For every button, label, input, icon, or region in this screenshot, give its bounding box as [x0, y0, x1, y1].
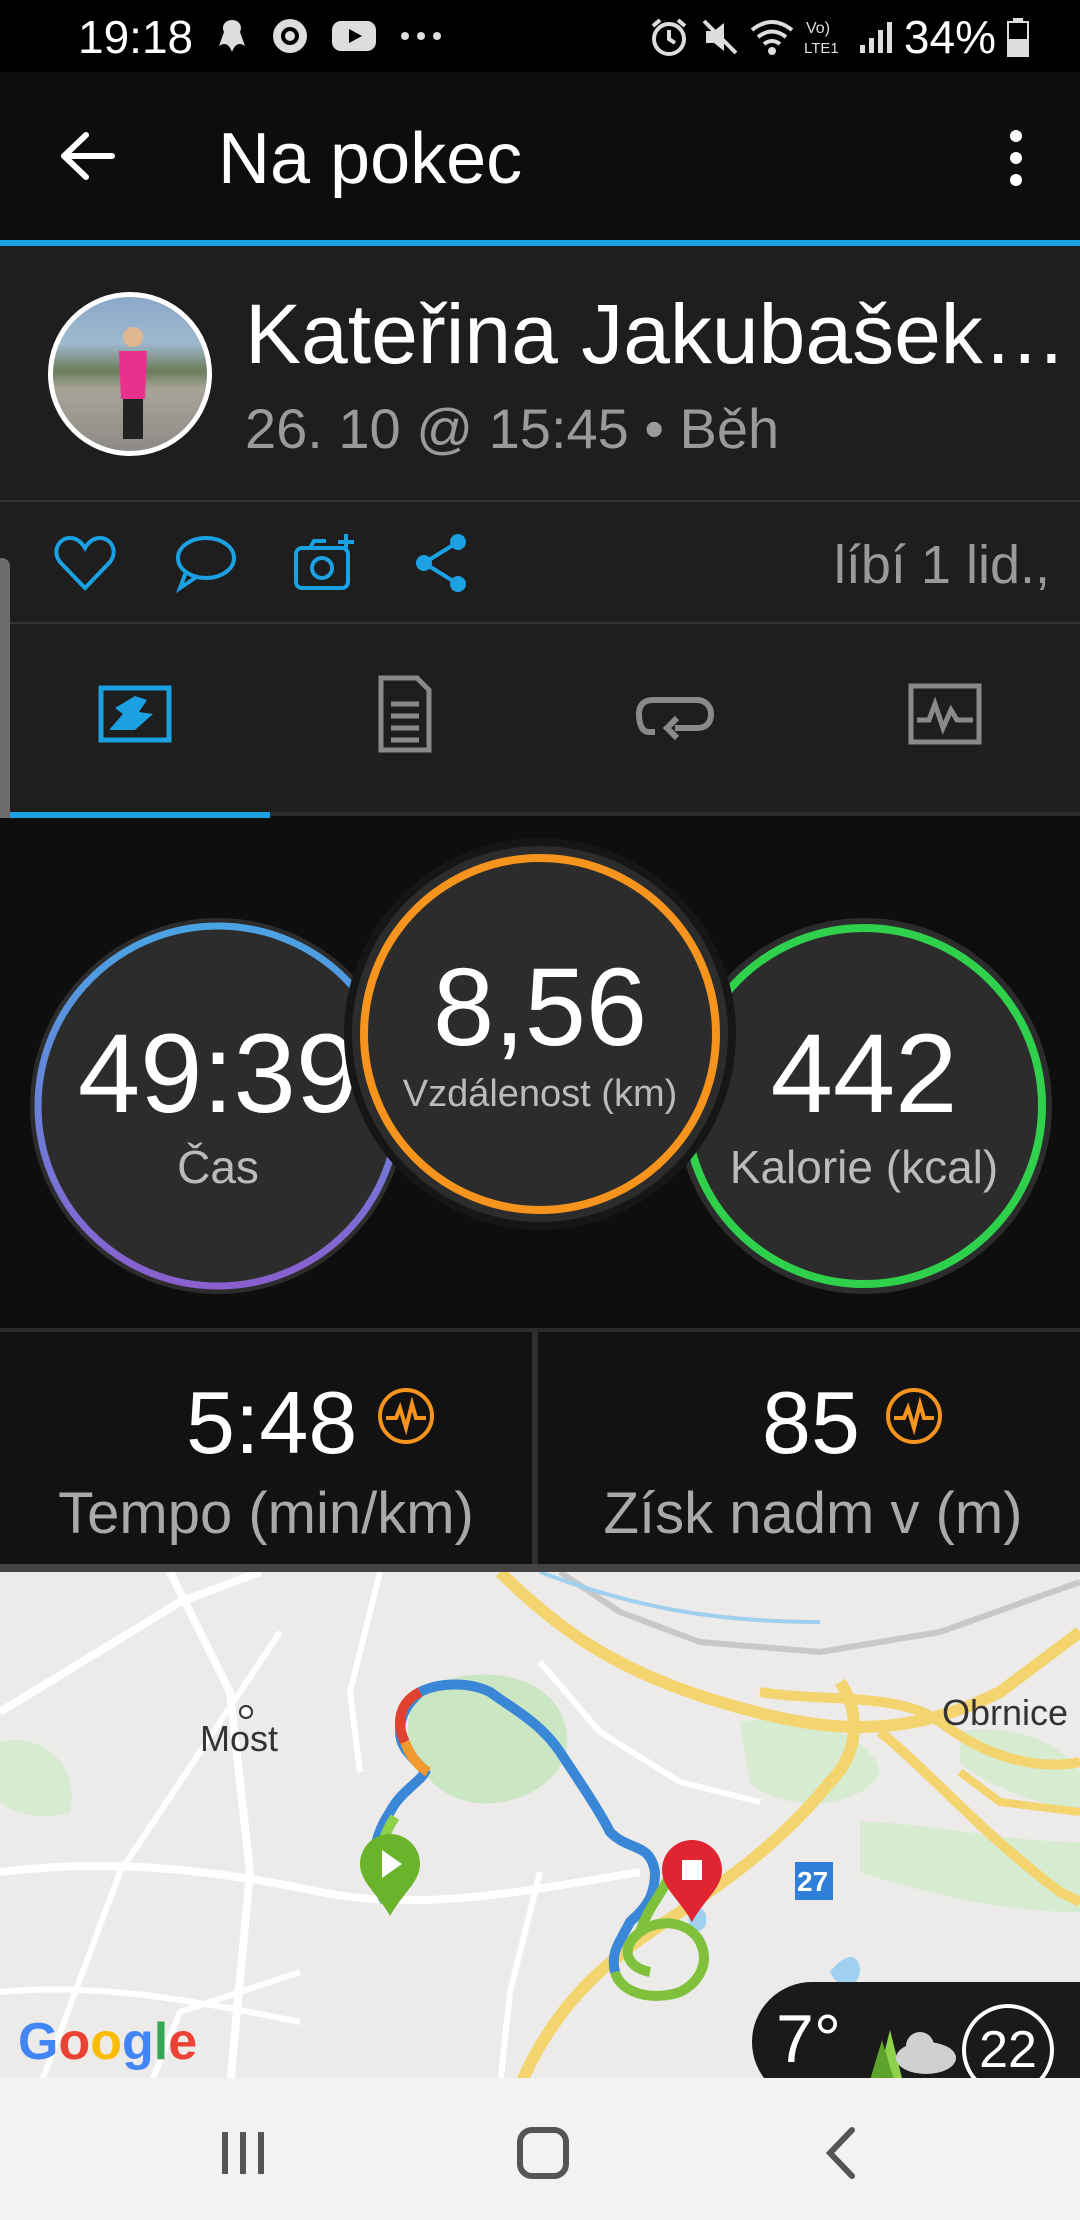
add-photo-icon[interactable]	[292, 532, 358, 594]
activity-meta: 26. 10 @ 15:45 • Běh	[245, 397, 780, 460]
battery-icon	[1007, 18, 1029, 57]
status-bar: 19:18 Vo) LTE1 34%	[0, 0, 1080, 72]
details-tab-icon[interactable]	[365, 674, 445, 754]
stats-panel: 49:39 Čas 442 Kalorie (kcal) 8,56 Vzdále…	[0, 818, 1080, 1328]
heartbeat-icon	[378, 1388, 434, 1444]
activity-header: Kateřina Jakubašek… 26. 10 @ 15:45 • Běh	[0, 246, 1080, 502]
start-marker-icon[interactable]	[358, 1834, 422, 1918]
calories-ring: 442 Kalorie (kcal)	[676, 918, 1052, 1294]
weather-temperature: 7°	[776, 2001, 842, 2077]
youtube-icon	[332, 21, 376, 51]
status-system-icons: Vo) LTE1 34%	[648, 10, 1030, 64]
chart-tab-icon[interactable]	[905, 674, 985, 754]
map-label-most: Most	[200, 1718, 279, 1759]
map-label-obrnice: Obrnice	[942, 1692, 1069, 1733]
svg-text:Vo): Vo)	[806, 20, 830, 37]
avatar[interactable]	[48, 292, 212, 456]
route-map[interactable]: Most Obrnice 27 Google 7° 22	[0, 1564, 1080, 2078]
finish-marker-icon[interactable]	[660, 1840, 724, 1924]
wifi-icon	[750, 20, 794, 55]
system-nav-bar	[0, 2078, 1080, 2220]
google-logo: Google	[18, 2013, 198, 2071]
share-icon[interactable]	[412, 532, 478, 594]
alarm-icon	[651, 18, 687, 56]
social-actions: líbí 1 lid.,	[0, 502, 1080, 624]
svg-text:LTE1: LTE1	[804, 40, 839, 57]
back-button[interactable]	[52, 120, 124, 192]
overflow-menu-button[interactable]	[992, 126, 1040, 190]
distance-ring-arc	[360, 854, 720, 1214]
pace-stat: 5:48 Tempo (min/km)	[0, 1332, 538, 1564]
wind-speed: 22	[962, 2004, 1054, 2078]
avatar-photo	[119, 327, 147, 439]
ascent-label: Získ nadm v (m)	[603, 1481, 1023, 1546]
calories-ring-arc	[682, 924, 1046, 1288]
ascent-stat: 85 Získ nadm v (m)	[544, 1332, 1080, 1564]
distance-ring: 8,56 Vzdálenost (km)	[352, 846, 728, 1222]
time-ring: 49:39 Čas	[30, 918, 406, 1294]
time-ring-arc	[34, 922, 402, 1290]
mute-icon	[702, 19, 738, 55]
battery-percent: 34%	[903, 11, 996, 63]
road-number-label: 27	[797, 1866, 829, 1897]
comment-icon[interactable]	[172, 532, 238, 594]
heartbeat-icon	[886, 1388, 942, 1444]
like-heart-icon[interactable]	[52, 532, 118, 594]
app-root: 19:18 Vo) LTE1 34% Na pokec Kateřina Jak…	[0, 0, 1080, 2220]
pace-label: Tempo (min/km)	[58, 1481, 474, 1546]
status-notification-icons	[215, 16, 443, 56]
page-title: Na pokec	[218, 119, 523, 199]
signal-icon	[859, 22, 892, 53]
pace-value: 5:48	[186, 1373, 358, 1472]
status-time: 19:18	[78, 11, 194, 63]
activity-tabs	[0, 624, 1080, 816]
overview-tab-icon[interactable]	[95, 674, 175, 754]
ascent-value: 85	[762, 1373, 860, 1472]
back-nav-icon[interactable]	[808, 2118, 878, 2188]
bubble-icon	[219, 20, 245, 52]
target-icon	[273, 19, 307, 53]
arrow-left-icon	[61, 132, 115, 180]
more-dots-icon	[401, 32, 441, 40]
weather-widget: 7° 22	[752, 1982, 1080, 2078]
athlete-name[interactable]: Kateřina Jakubašek…	[245, 286, 1067, 383]
secondary-stats: 5:48 Tempo (min/km) 85 Získ nadm v (m)	[0, 1328, 1080, 1564]
home-icon[interactable]	[508, 2118, 578, 2188]
app-bar: Na pokec	[0, 72, 1080, 240]
recent-apps-icon[interactable]	[208, 2118, 278, 2188]
likes-count[interactable]: líbí 1 lid.,	[834, 534, 1050, 596]
laps-tab-icon[interactable]	[635, 674, 715, 754]
volte-icon: Vo) LTE1	[804, 20, 839, 57]
tree-cloud-icon	[870, 2030, 956, 2078]
